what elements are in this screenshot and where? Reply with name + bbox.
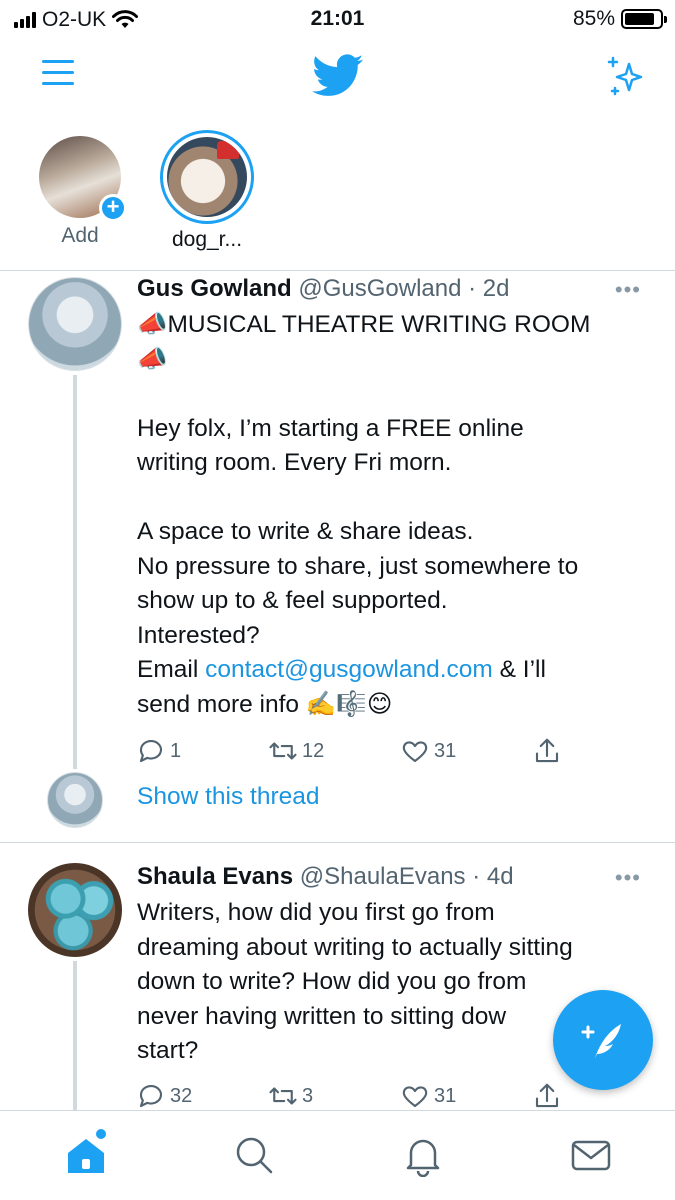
compose-feather-icon [581,1024,621,1058]
retweet-button[interactable]: 3 [268,1081,313,1111]
menu-icon[interactable] [42,60,74,90]
my-avatar[interactable]: + [39,136,127,222]
heart-icon [402,1086,428,1108]
share-button[interactable] [532,736,562,766]
battery-icon [621,9,667,29]
retweet-icon [269,742,297,760]
tweet-line: No pressure to share, just somewhere to [137,552,579,580]
thread-avatar[interactable] [47,772,103,828]
tweet-line: Writers, how did you first go from [137,899,495,926]
fleet-label: dog_r... [171,228,243,251]
author-handle[interactable]: @GusGowland [298,275,461,302]
retweet-count: 12 [302,739,325,762]
tweet-line: send more info ✍️🎼😊 [137,690,393,718]
retweet-count: 3 [302,1084,314,1107]
tweet-line: dreaming about writing to actually sitti… [137,933,573,961]
share-icon [535,1083,559,1108]
fleet-label: Add [61,224,99,247]
tweet-line: Interested? [137,621,260,649]
like-button[interactable]: 31 [400,736,456,766]
reply-count: 32 [170,1084,193,1107]
avatar [167,137,247,217]
retweet-icon [269,1087,297,1105]
tweet-text: 📣MUSICAL THEATRE WRITING ROOM 📣 Hey folx… [137,308,657,722]
tweet-line: Email contact@gusgowland.com & I’ll [137,653,657,688]
reply-icon [139,1084,163,1108]
reply-icon [139,739,163,763]
avatar[interactable] [28,863,122,957]
tweet-line: 📣 [137,345,168,373]
tab-search[interactable] [232,1133,276,1177]
tweet-time: · 4d [472,863,514,890]
tweet-line [137,377,657,412]
more-icon[interactable]: ••• [615,277,641,303]
tweet-line: 📣MUSICAL THEATRE WRITING ROOM [137,311,591,338]
compose-tweet-button[interactable] [553,990,653,1090]
tweet-line: down to write? How did you go from [137,968,527,995]
like-count: 31 [434,739,457,762]
email-suffix: & I’ll [492,656,546,683]
add-fleet-icon[interactable]: + [99,194,127,222]
avatar[interactable] [28,277,122,371]
status-bar: O2-UK 21:01 85% [0,0,675,38]
tweet-time: · 2d [468,275,510,302]
tweet-line: show up to & feel supported. [137,587,448,614]
thread-line [73,375,77,769]
author-handle[interactable]: @ShaulaEvans [300,863,466,890]
reply-count: 1 [170,739,182,762]
author-name[interactable]: Gus Gowland [137,275,292,302]
email-prefix: Email [137,656,206,683]
search-icon [236,1137,273,1174]
new-content-dot [96,1129,106,1139]
fleet-add[interactable]: + Add [25,128,135,248]
fleets-bar: + Add dog_r... [0,128,675,268]
tweet[interactable]: Gus Gowland @GusGowland · 2d ••• 📣MUSICA… [0,271,675,841]
email-link[interactable]: contact@gusgowland.com [205,656,493,683]
fleet-dog[interactable]: dog_r... [152,128,262,252]
tweet-line: Hey folx, I’m starting a FREE online [137,414,524,442]
bottom-tab-bar [0,1110,675,1200]
home-icon [68,1139,104,1173]
tweet-header: Gus Gowland @GusGowland · 2d [137,275,510,303]
tweet-actions: 1 12 31 [136,736,576,770]
tweet-line: writing room. Every Fri morn. [137,449,452,476]
twitter-bird-icon[interactable] [312,54,364,98]
tab-home[interactable] [64,1129,108,1177]
retweet-button[interactable]: 12 [268,736,324,766]
battery-info: 85% [572,7,667,31]
like-button[interactable]: 31 [400,1081,456,1111]
tweet-header: Shaula Evans @ShaulaEvans · 4d [137,863,514,891]
fleet-ring[interactable] [160,130,254,224]
heart-icon [402,741,428,763]
top-header [0,44,675,108]
tab-notifications[interactable] [401,1133,445,1178]
bell-icon [406,1139,440,1178]
tweet-line [137,481,657,516]
sparkle-icon[interactable] [603,54,647,98]
show-thread-link[interactable]: Show this thread [137,783,320,811]
battery-percent: 85% [572,7,615,30]
reply-button[interactable]: 32 [136,1081,192,1111]
tab-messages[interactable] [569,1133,613,1177]
reply-button[interactable]: 1 [136,736,181,766]
author-name[interactable]: Shaula Evans [137,863,293,890]
like-count: 31 [434,1084,457,1107]
more-icon[interactable]: ••• [615,865,641,891]
share-button[interactable] [532,1081,562,1111]
share-icon [535,738,559,763]
mail-icon [571,1140,611,1171]
tweet-line: A space to write & share ideas. [137,518,474,545]
thread-line [73,961,77,1111]
